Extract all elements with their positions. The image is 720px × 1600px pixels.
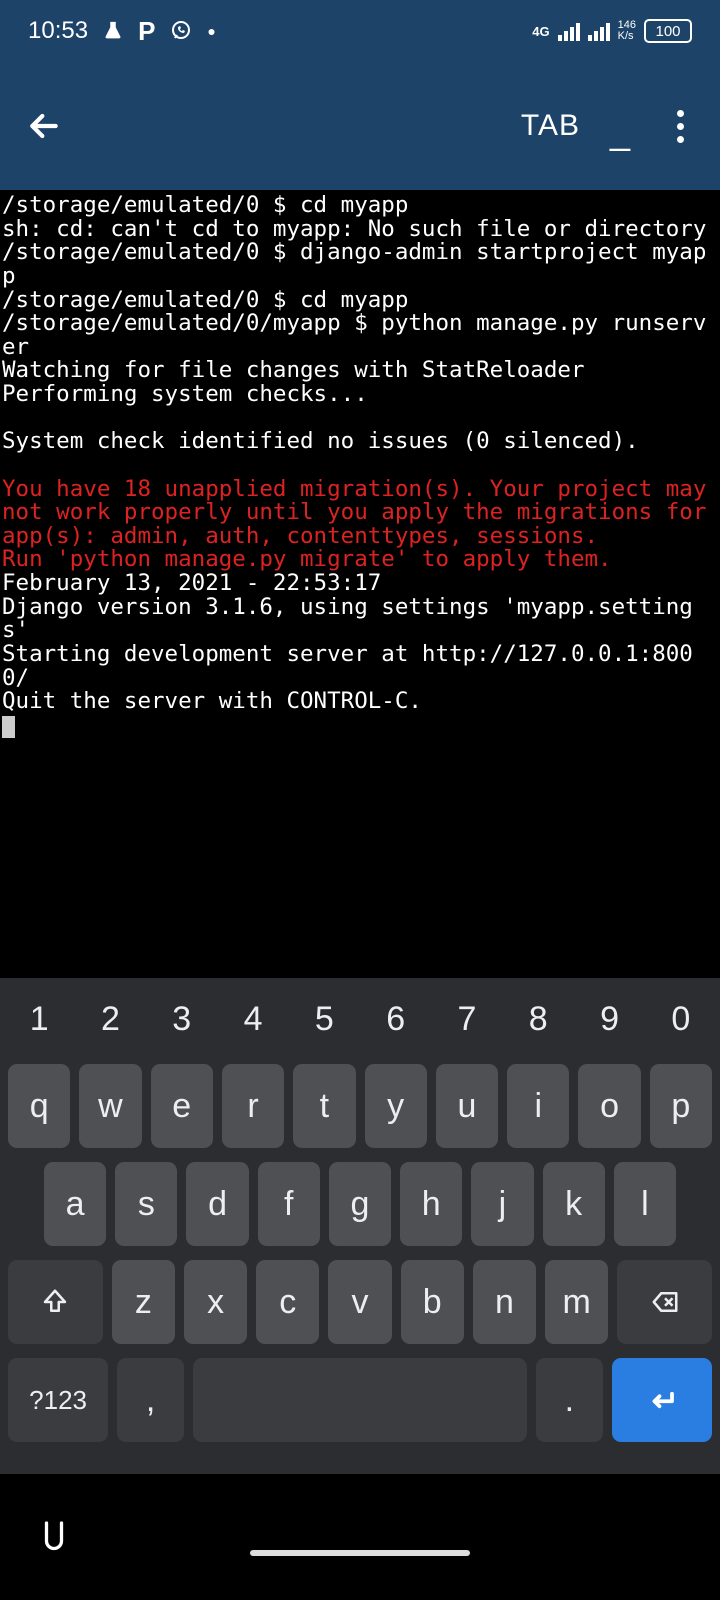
period-key[interactable]: . [536,1358,603,1442]
key-a[interactable]: a [44,1162,106,1246]
terminal-line: /storage/emulated/0 $ cd myapp [2,289,718,313]
key-r[interactable]: r [222,1064,284,1148]
key-f[interactable]: f [258,1162,320,1246]
system-nav-bar [0,1474,720,1600]
key-e[interactable]: e [151,1064,213,1148]
clock: 10:53 [28,17,88,45]
backspace-key[interactable] [617,1260,712,1344]
symbols-key[interactable]: ?123 [8,1358,108,1442]
key-6[interactable]: 6 [365,988,427,1050]
key-j[interactable]: j [471,1162,533,1246]
terminal-line: Run 'python manage.py migrate' to apply … [2,548,718,572]
back-button[interactable] [20,102,68,150]
terminal-line: /storage/emulated/0 $ django-admin start… [2,241,718,288]
key-h[interactable]: h [400,1162,462,1246]
terminal-cursor [2,716,15,738]
enter-key[interactable] [612,1358,712,1442]
key-w[interactable]: w [79,1064,141,1148]
key-5[interactable]: 5 [293,988,355,1050]
key-u[interactable]: u [436,1064,498,1148]
key-3[interactable]: 3 [151,988,213,1050]
key-0[interactable]: 0 [650,988,712,1050]
key-k[interactable]: k [543,1162,605,1246]
key-i[interactable]: i [507,1064,569,1148]
terminal-line: You have 18 unapplied migration(s). Your… [2,478,718,549]
terminal-line: Performing system checks... [2,383,718,407]
comma-key[interactable]: , [117,1358,184,1442]
terminal-line: Quit the server with CONTROL-C. [2,690,718,714]
whatsapp-icon [169,19,193,43]
home-gesture-bar[interactable] [250,1550,470,1556]
terminal-line: /storage/emulated/0/myapp $ python manag… [2,312,718,359]
battery-indicator: 100 [644,19,692,43]
net-speed: 146K/s [618,20,636,42]
signal-icon [558,21,580,41]
key-n[interactable]: n [473,1260,536,1344]
terminal-line: Watching for file changes with StatReloa… [2,359,718,383]
key-o[interactable]: o [578,1064,640,1148]
key-y[interactable]: y [365,1064,427,1148]
key-2[interactable]: 2 [79,988,141,1050]
terminal-output[interactable]: /storage/emulated/0 $ cd myappsh: cd: ca… [0,190,720,978]
minimize-button[interactable]: _ [610,111,630,153]
status-bar: 10:53 P ● 4G 146K/s 100 [0,0,720,62]
terminal-line [2,454,718,478]
key-b[interactable]: b [401,1260,464,1344]
key-9[interactable]: 9 [578,988,640,1050]
key-1[interactable]: 1 [8,988,70,1050]
space-key[interactable] [193,1358,527,1442]
key-8[interactable]: 8 [507,988,569,1050]
key-q[interactable]: q [8,1064,70,1148]
p-icon: P [138,16,155,47]
key-g[interactable]: g [329,1162,391,1246]
key-m[interactable]: m [545,1260,608,1344]
overflow-menu-button[interactable] [660,110,700,143]
terminal-line: /storage/emulated/0 $ cd myapp [2,194,718,218]
key-d[interactable]: d [186,1162,248,1246]
shift-key[interactable] [8,1260,103,1344]
tab-button[interactable]: TAB [521,109,580,143]
terminal-line: System check identified no issues (0 sil… [2,430,718,454]
key-4[interactable]: 4 [222,988,284,1050]
recent-apps-icon[interactable] [36,1517,72,1558]
key-c[interactable]: c [256,1260,319,1344]
key-x[interactable]: x [184,1260,247,1344]
terminal-line: Django version 3.1.6, using settings 'my… [2,596,718,643]
signal-icon-2 [588,21,610,41]
key-l[interactable]: l [614,1162,676,1246]
app-bar: TAB _ [0,62,720,190]
soft-keyboard: 1234567890 qwertyuiop asdfghjkl zxcvbnm … [0,978,720,1474]
key-v[interactable]: v [328,1260,391,1344]
terminal-line: Starting development server at http://12… [2,643,718,690]
terminal-line: sh: cd: can't cd to myapp: No such file … [2,218,718,242]
key-t[interactable]: t [293,1064,355,1148]
dot-icon: ● [207,23,215,39]
key-7[interactable]: 7 [436,988,498,1050]
network-type-label: 4G [532,24,549,39]
key-s[interactable]: s [115,1162,177,1246]
terminal-line [2,407,718,431]
terminal-line: February 13, 2021 - 22:53:17 [2,572,718,596]
key-p[interactable]: p [650,1064,712,1148]
flask-icon [102,20,124,42]
key-z[interactable]: z [112,1260,175,1344]
